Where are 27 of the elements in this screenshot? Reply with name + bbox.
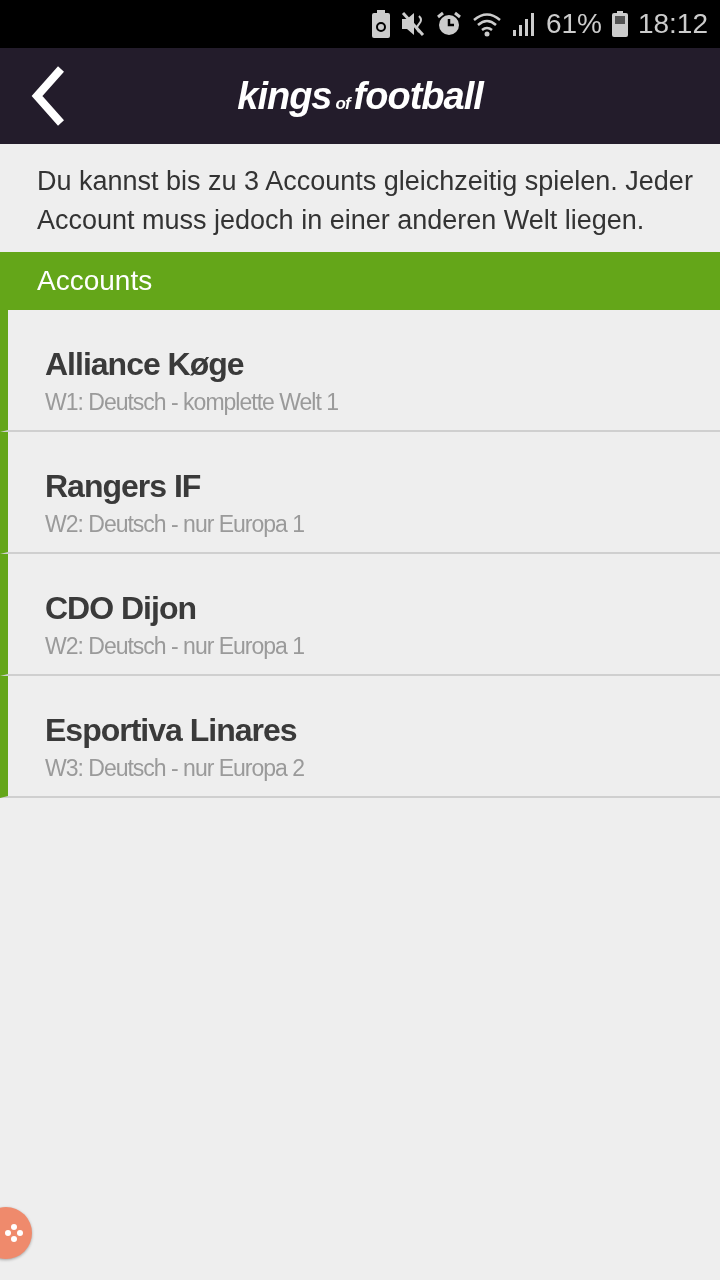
account-name: Esportiva Linares — [45, 712, 298, 749]
intro-text: Du kannst bis zu 3 Accounts gleichzeitig spielen. Jeder Account muss jedoch in einer anderen Welt liegen. — [36, 165, 694, 237]
account-name: Alliance Køge — [45, 346, 245, 383]
wifi-icon — [471, 11, 502, 37]
account-row[interactable]: Rangers IF W2: Deutsch - nur Europa 1 — [0, 432, 720, 554]
mute-icon — [399, 11, 426, 37]
back-icon — [29, 65, 67, 127]
world-name: W3: Deutsch - nur Europa 2 — [45, 755, 306, 782]
account-name: CDO Dijon — [45, 590, 197, 627]
battery-saver-icon — [371, 10, 390, 38]
clock-time: 18:12 — [637, 8, 708, 40]
signal-icon — [511, 12, 536, 36]
alarm-icon — [435, 11, 462, 37]
world-name: W2: Deutsch - nur Europa 1 — [45, 511, 306, 538]
gamepad-icon — [4, 1222, 24, 1244]
battery-icon — [611, 11, 628, 37]
world-name: W1: Deutsch - komplette Welt 1 — [45, 389, 339, 416]
account-row[interactable]: CDO Dijon W2: Deutsch - nur Europa 1 — [0, 554, 720, 676]
battery-percent: 61% — [545, 8, 602, 40]
world-name: W2: Deutsch - nur Europa 1 — [45, 633, 306, 660]
logo-text: of — [335, 93, 350, 114]
section-header: Accounts — [0, 252, 720, 310]
account-row[interactable]: Alliance Køge W1: Deutsch - komplette Welt 1 — [0, 310, 720, 432]
account-row[interactable]: Esportiva Linares W3: Deutsch - nur Europa 2 — [0, 676, 720, 798]
logo-text: football — [353, 74, 483, 118]
logo-text: kings — [237, 74, 332, 118]
account-name: Rangers IF — [45, 468, 202, 505]
